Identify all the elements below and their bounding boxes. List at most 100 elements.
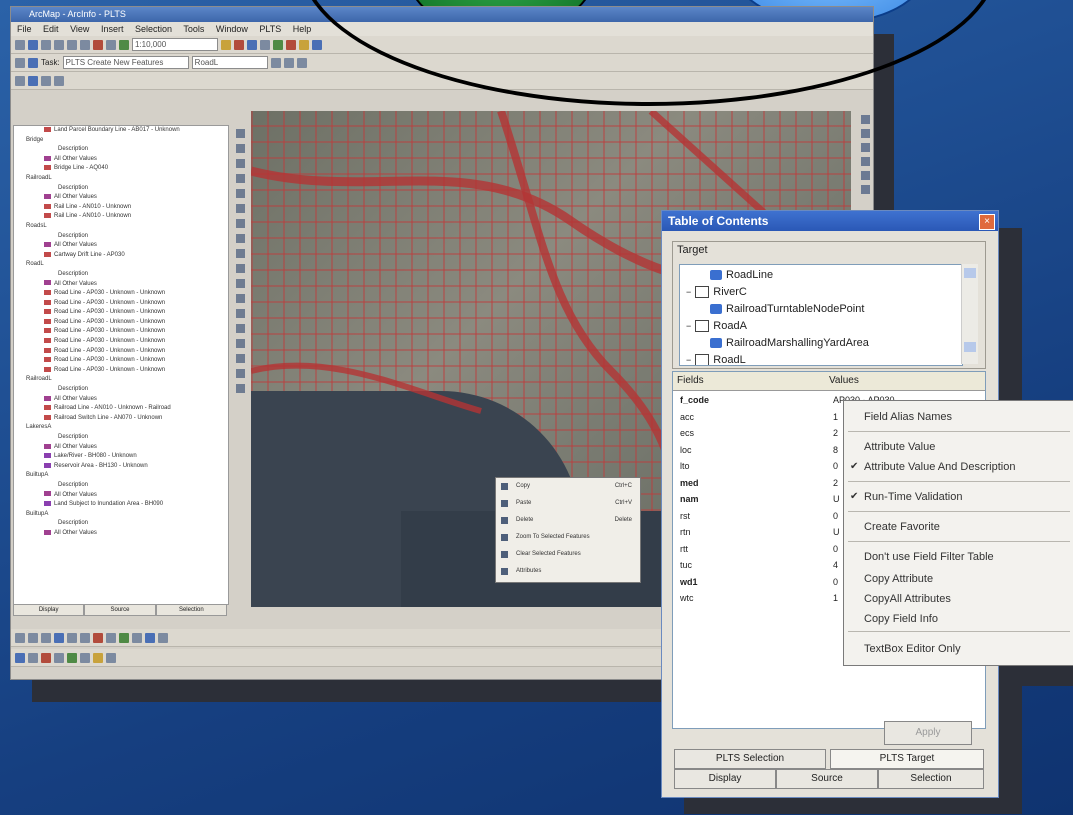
tool-icon[interactable] (235, 219, 245, 228)
toc-layer-row[interactable]: Railroad Switch Line - AN070 - Unknown (14, 414, 228, 424)
tool-icon[interactable] (235, 369, 245, 378)
toc-layer-row[interactable]: Road Line - AP030 - Unknown - Unknown (14, 289, 228, 299)
tool-icon[interactable] (28, 75, 38, 86)
field-value[interactable]: U (833, 491, 840, 507)
context-menu-item[interactable]: Create Favorite (844, 517, 1073, 537)
toc-layer-row[interactable]: Road Line - AP030 - Unknown - Unknown (14, 347, 228, 357)
menu-plts[interactable]: PLTS (259, 24, 281, 34)
values-header[interactable]: Values (825, 372, 985, 391)
tool-icon[interactable] (235, 354, 245, 363)
toc-layer-row[interactable]: LakeresA (14, 423, 228, 433)
toc-layer-row[interactable]: Cartway Drift Line - AP030 (14, 251, 228, 261)
toc-layer-row[interactable]: All Other Values (14, 491, 228, 501)
open-icon[interactable] (28, 39, 38, 50)
menu-view[interactable]: View (70, 24, 89, 34)
expand-icon[interactable]: − (686, 321, 691, 331)
toc-layer-row[interactable]: All Other Values (14, 395, 228, 405)
field-value[interactable]: 0 (833, 458, 838, 474)
menu-window[interactable]: Window (216, 24, 248, 34)
editor-icon[interactable] (221, 39, 231, 50)
toc-layer-row[interactable]: Rail Line - AN010 - Unknown (14, 203, 228, 213)
tool-icon[interactable] (145, 632, 155, 643)
toc-layer-row[interactable]: Bridge Line - AQ040 (14, 164, 228, 174)
toc-layer-row[interactable]: BuiltupA (14, 471, 228, 481)
tool-icon[interactable] (235, 309, 245, 318)
tool-icon[interactable] (54, 652, 64, 663)
tool-icon[interactable] (235, 144, 245, 153)
field-value[interactable]: 2 (833, 475, 838, 491)
toc-layer-row[interactable]: Bridge (14, 136, 228, 146)
target-dropdown[interactable]: RoadL (191, 56, 268, 69)
tool-icon[interactable] (235, 339, 245, 348)
tool-icon[interactable] (235, 324, 245, 333)
toc-layer-row[interactable]: Road Line - AP030 - Unknown - Unknown (14, 318, 228, 328)
print-icon[interactable] (54, 39, 64, 50)
tree-item[interactable]: RailroadTurntableNodePoint (710, 301, 864, 318)
tool-icon[interactable] (15, 632, 25, 643)
tool-icon[interactable] (235, 189, 245, 198)
toc-layer-row[interactable]: Road Line - AP030 - Unknown - Unknown (14, 356, 228, 366)
tool-icon[interactable] (119, 632, 129, 643)
tool-icon[interactable] (299, 39, 309, 50)
tool-icon[interactable] (67, 632, 77, 643)
measure-icon[interactable] (860, 185, 870, 194)
field-value[interactable]: 2 (833, 425, 838, 441)
tab-selection[interactable]: Selection (878, 769, 984, 789)
tool-icon[interactable] (235, 264, 245, 273)
tool-icon[interactable] (235, 204, 245, 213)
tool-icon[interactable] (41, 75, 51, 86)
new-icon[interactable] (15, 39, 25, 50)
toc-layer-row[interactable]: Road Line - AP030 - Unknown - Unknown (14, 366, 228, 376)
tool-icon[interactable] (235, 294, 245, 303)
tab-source[interactable]: Source (776, 769, 878, 789)
tree-item[interactable]: RailroadMarshallingYardArea (710, 335, 869, 352)
tree-item[interactable]: − RoadA (686, 318, 747, 335)
toc-layer-row[interactable]: Description (14, 519, 228, 529)
pan-icon[interactable] (860, 143, 870, 152)
tool-icon[interactable] (28, 652, 38, 663)
menu-insert[interactable]: Insert (101, 24, 124, 34)
field-value[interactable]: 0 (833, 508, 838, 524)
expand-icon[interactable]: − (686, 287, 691, 297)
tool-icon[interactable] (235, 249, 245, 258)
apply-button[interactable]: Apply (884, 721, 972, 745)
context-menu-item[interactable]: Field Alias Names (844, 407, 1073, 427)
toc-layer-row[interactable]: Road Line - AP030 - Unknown - Unknown (14, 308, 228, 318)
toc-layer-row[interactable]: All Other Values (14, 241, 228, 251)
tab-selection[interactable]: Selection (155, 604, 227, 616)
field-value[interactable]: 8 (833, 442, 838, 458)
tool-icon[interactable] (15, 652, 25, 663)
tool-icon[interactable] (260, 39, 270, 50)
field-value[interactable]: 0 (833, 574, 838, 590)
context-menu-item[interactable]: ✔ Run-Time Validation (844, 487, 1073, 507)
context-menu-item[interactable]: CopyAll Attributes (844, 589, 1073, 609)
field-value[interactable]: 4 (833, 557, 838, 573)
tool-icon[interactable] (158, 632, 168, 643)
fields-header[interactable]: Fields (673, 372, 825, 391)
tool-icon[interactable] (15, 75, 25, 86)
toc-layer-row[interactable]: All Other Values (14, 193, 228, 203)
menu-edit[interactable]: Edit (43, 24, 59, 34)
tool-icon[interactable] (312, 39, 322, 50)
tool-icon[interactable] (41, 652, 51, 663)
toc-layer-row[interactable]: All Other Values (14, 280, 228, 290)
tool-icon[interactable] (235, 234, 245, 243)
tree-scrollbar[interactable] (961, 264, 978, 364)
scroll-up-icon[interactable] (964, 268, 976, 278)
toc-layer-row[interactable]: All Other Values (14, 443, 228, 453)
zoom-out-icon[interactable] (860, 129, 870, 138)
tool-icon[interactable] (296, 57, 307, 68)
scale-field[interactable]: 1:10,000 (132, 38, 218, 51)
menu-copy[interactable]: Copy Ctrl+C (496, 478, 640, 495)
menu-selection[interactable]: Selection (135, 24, 172, 34)
toc-layer-row[interactable]: Description (14, 145, 228, 155)
add-data-icon[interactable] (119, 39, 129, 50)
editor-menu-icon[interactable] (15, 57, 25, 68)
identify-icon[interactable] (860, 171, 870, 180)
context-menu-item[interactable]: ✔ Attribute Value And Description (844, 457, 1073, 477)
field-value[interactable]: 0 (833, 541, 838, 557)
toc-layer-row[interactable]: Road Line - AP030 - Unknown - Unknown (14, 299, 228, 309)
toc-layer-row[interactable]: RoadsL (14, 222, 228, 232)
menu-help[interactable]: Help (293, 24, 312, 34)
copy-icon[interactable] (80, 39, 90, 50)
